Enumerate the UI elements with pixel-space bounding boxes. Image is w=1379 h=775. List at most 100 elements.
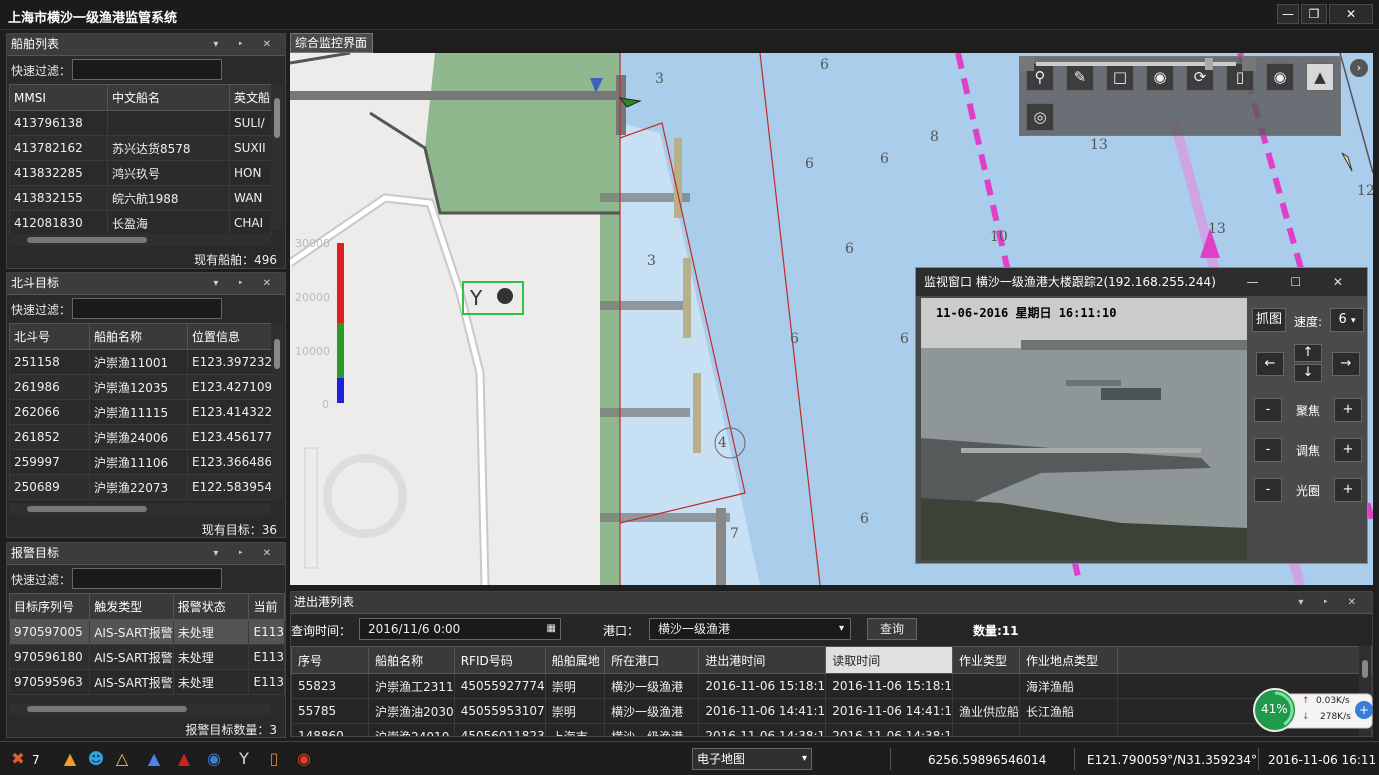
table-row[interactable]: 413782162 苏兴达货8578 SUXII [9, 135, 272, 161]
alarm-table: 目标序列号 触发类型 报警状态 当前 970597005 AIS-SART报警 未处… [8, 593, 285, 695]
clock: 2016-11-06 16:11 [1268, 753, 1377, 767]
focus-minus-button[interactable]: - [1254, 398, 1282, 422]
ship-icon[interactable]: ▲ [1306, 63, 1334, 91]
restore-button[interactable]: ❐ [1301, 4, 1327, 24]
vessel-blue-icon[interactable]: ▲ [144, 749, 164, 769]
buoy-yellow-icon[interactable]: △ [112, 749, 132, 769]
zoom-slider[interactable] [1020, 57, 1256, 71]
panel-controls[interactable]: ▾ ‣ ✕ [213, 543, 279, 564]
tilt-up-button[interactable]: ↑ [1294, 344, 1322, 362]
col-cn-name[interactable]: 中文船名 [107, 84, 230, 111]
col-mmsi[interactable]: MMSI [9, 84, 108, 111]
col-inout-time[interactable]: 进出港时间 [698, 646, 827, 674]
map-toolbar: ⚲ ✎ □ ◉ ⟳ ▯ ◉ ▲ ◎ [1019, 56, 1341, 136]
col-ship-name[interactable]: 船舶名称 [89, 323, 188, 350]
table-row[interactable]: 148860 沪崇渔24010 45056011823 上海市 横沙一级渔港 2016-1… [291, 723, 1372, 736]
antenna-icon[interactable]: Υ [234, 749, 254, 769]
panel-controls[interactable]: ▾ ‣ ✕ [213, 273, 279, 294]
table-row[interactable]: 970595963 AIS-SART报警 未处理 E113 [8, 669, 285, 695]
fuel-icon[interactable]: ▯ [264, 749, 284, 769]
col-ship-name[interactable]: 船舶名称 [368, 646, 455, 674]
table-row[interactable]: 412081830 长盈海 CHAI [9, 210, 272, 236]
table-row[interactable]: 970597005 AIS-SART报警 未处理 E113 [8, 619, 285, 645]
port-select[interactable]: 横沙一级渔港 ▾ [649, 618, 851, 640]
col-read-time[interactable]: 读取时间 [825, 646, 953, 674]
col-target-serial[interactable]: 目标序列号 [8, 593, 91, 620]
table-row[interactable]: 55785 沪崇渔油2030 45055953107 崇明 横沙一级渔港 2016-11-… [291, 698, 1372, 724]
pan-right-button[interactable]: → [1332, 352, 1360, 376]
compass-icon[interactable]: ◎ [1026, 103, 1054, 131]
scale-label: 10000 [295, 345, 330, 358]
ship-hscroll[interactable] [9, 234, 271, 246]
iris-plus-button[interactable]: + [1334, 478, 1362, 502]
depth-label: 6 [900, 331, 909, 347]
focus-plus-button[interactable]: + [1334, 398, 1362, 422]
table-row[interactable]: 970596180 AIS-SART报警 未处理 E113 [8, 644, 285, 670]
speed-select[interactable]: 6 ▾ [1330, 308, 1364, 332]
iris-label: 光圈 [1296, 484, 1321, 498]
table-row[interactable]: 261986 沪崇渔12035 E123.427109 [9, 374, 274, 400]
tilt-down-button[interactable]: ↓ [1294, 364, 1322, 382]
alarm-filter-input[interactable] [72, 568, 222, 589]
alarm-title: 报警目标 [11, 546, 60, 560]
zoom-plus-button[interactable]: + [1334, 438, 1362, 462]
camera-icon[interactable]: ◉ [204, 749, 224, 769]
zoom-minus-button[interactable]: - [1254, 438, 1282, 462]
capture-button[interactable]: 抓图 [1252, 308, 1286, 332]
beidou-hscroll[interactable] [9, 503, 271, 515]
table-row[interactable]: 259997 沪崇渔11106 E123.366486 [9, 449, 274, 475]
toolbar-collapse-icon[interactable]: › [1350, 59, 1368, 77]
table-row[interactable]: 251158 沪崇渔11001 E123.397232 [9, 349, 274, 375]
vessel-red-icon[interactable]: ▲ [174, 749, 194, 769]
table-row[interactable]: 261852 沪崇渔24006 E123.456177 [9, 424, 274, 450]
col-work-location[interactable]: 作业地点类型 [1019, 646, 1118, 674]
col-home-port[interactable]: 船舶属地 [544, 646, 606, 674]
alarm-count-icon[interactable]: ✖ [8, 749, 28, 769]
col-current-port[interactable]: 所在港口 [604, 646, 700, 674]
depth-label: 6 [805, 156, 814, 172]
ship-filter-input[interactable] [72, 59, 222, 80]
video-monitor-window: 监视窗口 横沙一级渔港大楼跟踪2(192.168.255.244) — ☐ ✕ … [915, 267, 1368, 564]
query-button[interactable]: 查询 [867, 618, 917, 640]
panel-controls[interactable]: ▾ ‣ ✕ [213, 34, 279, 55]
col-trigger-type[interactable]: 触发类型 [89, 593, 174, 620]
col-serial[interactable]: 序号 [291, 646, 370, 674]
col-current[interactable]: 当前 [248, 593, 285, 620]
table-row[interactable]: 55823 沪崇渔工2311 45055927774 崇明 横沙一级渔港 2016-11-… [291, 673, 1372, 699]
query-time-input[interactable]: 2016/11/6 0:00 ▦ [359, 618, 561, 640]
panel-controls[interactable]: ▾ ‣ ✕ [1298, 592, 1364, 613]
col-en-name[interactable]: 英文船 [229, 84, 272, 111]
ship-list-header: 船舶列表 ▾ ‣ ✕ [7, 34, 285, 56]
col-position[interactable]: 位置信息 [186, 323, 274, 350]
person-icon[interactable]: ☻ [86, 749, 106, 769]
table-row[interactable]: 413832285 鸿兴玖号 HON [9, 160, 272, 186]
table-row[interactable]: 413832155 皖六航1988 WAN [9, 185, 272, 211]
close-button[interactable]: ✕ [1329, 4, 1373, 24]
col-alarm-status[interactable]: 报警状态 [172, 593, 250, 620]
pan-left-button[interactable]: ← [1256, 352, 1284, 376]
zoom-label: 调焦 [1296, 444, 1321, 458]
table-row[interactable]: 413796138 SULI/ [9, 110, 272, 136]
tab-map[interactable]: 综合监控界面 [290, 33, 373, 53]
camera-feed: 11-06-2016 星期日 16:11:10 [921, 298, 1247, 560]
video-window-controls[interactable]: — ☐ ✕ [1247, 268, 1357, 296]
col-rfid[interactable]: RFID号码 [453, 646, 546, 674]
scale-label: 30000 [295, 237, 330, 250]
ship-vscroll[interactable] [271, 84, 283, 230]
col-beidou-no[interactable]: 北斗号 [9, 323, 90, 350]
iris-minus-button[interactable]: - [1254, 478, 1282, 502]
antenna-icon: Y [469, 286, 483, 310]
calendar-icon[interactable]: ▦ [547, 619, 556, 639]
table-row[interactable]: 250689 沪崇渔22073 E122.583954 [9, 474, 274, 500]
alarm-hscroll[interactable] [9, 703, 271, 715]
beidou-filter-input[interactable] [72, 298, 222, 319]
globe-icon[interactable]: ◉ [1266, 63, 1294, 91]
cursor-coordinates: E121.790059°/N31.359234° [1087, 753, 1258, 767]
location-pin-icon[interactable]: ◉ [294, 749, 314, 769]
map-type-select[interactable]: 电子地图 ▾ [692, 748, 812, 770]
col-work-type[interactable]: 作业类型 [951, 646, 1021, 674]
warning-icon[interactable]: ▲ [60, 749, 80, 769]
beidou-vscroll[interactable] [271, 323, 283, 499]
minimize-button[interactable]: — [1277, 4, 1299, 24]
table-row[interactable]: 262066 沪崇渔11115 E123.414322 [9, 399, 274, 425]
